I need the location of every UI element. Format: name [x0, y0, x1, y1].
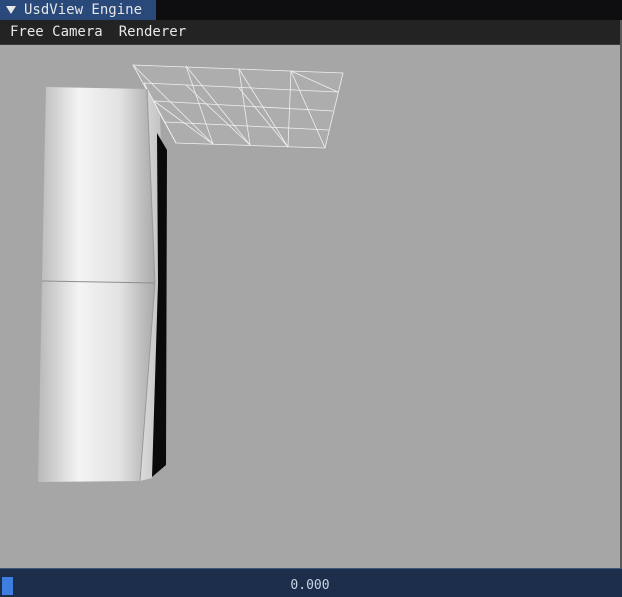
usdview-engine-window: UsdView Engine Free Camera Renderer 0.00… [0, 0, 622, 597]
box-mesh [38, 87, 167, 482]
time-value: 0.000 [290, 578, 330, 593]
time-slider[interactable]: 0.000 [0, 572, 620, 595]
window-title: UsdView Engine [24, 2, 143, 18]
title-tab[interactable]: UsdView Engine [0, 0, 156, 20]
viewport-scene [38, 64, 344, 482]
triangle-down-icon[interactable] [0, 6, 22, 14]
grid-plane-mesh [132, 64, 344, 149]
window-titlebar[interactable]: UsdView Engine [0, 0, 622, 20]
menu-bar: Free Camera Renderer [0, 20, 622, 45]
menu-renderer[interactable]: Renderer [111, 20, 194, 44]
3d-viewport[interactable] [0, 45, 622, 568]
menu-free-camera[interactable]: Free Camera [0, 20, 111, 44]
timeline-bar: 0.000 [0, 568, 622, 597]
